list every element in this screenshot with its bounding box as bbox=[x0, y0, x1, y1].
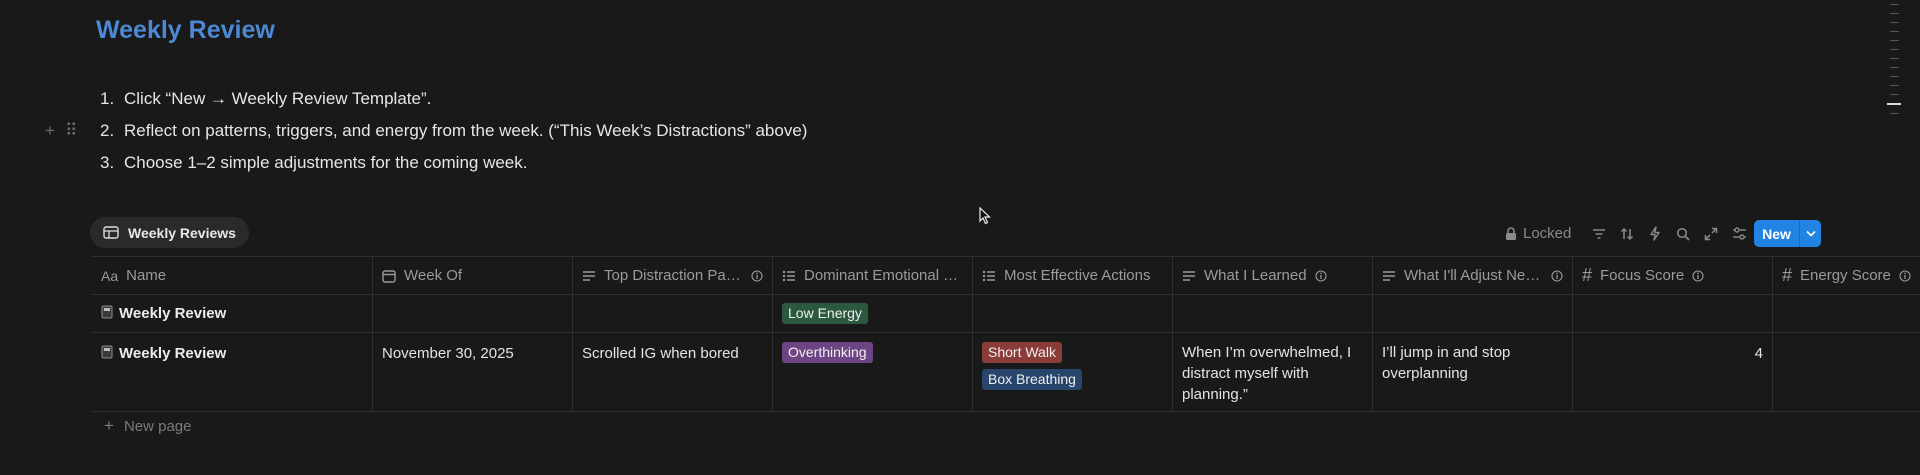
tag-short-walk: Short Walk bbox=[982, 342, 1062, 363]
instructions-list: 1. Click “New → Weekly Review Template”.… bbox=[100, 86, 1000, 182]
cell-what-i-learned[interactable] bbox=[1173, 295, 1373, 332]
list-item-text: Click “New → Weekly Review Template”. bbox=[124, 89, 432, 108]
settings-icon[interactable] bbox=[1725, 220, 1753, 247]
cell-most-effective-actions[interactable]: Short Walk Box Breathing bbox=[973, 333, 1173, 411]
cell-most-effective-actions[interactable] bbox=[973, 295, 1173, 332]
cell-dominant-emotional[interactable]: Low Energy bbox=[773, 295, 973, 332]
cell-focus-score[interactable]: 4 bbox=[1573, 333, 1773, 411]
list-item-text: Choose 1–2 simple adjustments for the co… bbox=[124, 153, 528, 172]
info-icon[interactable] bbox=[1551, 269, 1563, 282]
list-item: 3. Choose 1–2 simple adjustments for the… bbox=[100, 150, 1000, 182]
locked-indicator[interactable]: Locked bbox=[1505, 225, 1571, 242]
tag-overthinking: Overthinking bbox=[782, 342, 873, 363]
view-tab-label: Weekly Reviews bbox=[128, 224, 236, 241]
number-property-icon: # bbox=[1782, 265, 1793, 285]
calendar-icon bbox=[382, 269, 396, 283]
tag-box-breathing: Box Breathing bbox=[982, 369, 1082, 390]
add-block-icon[interactable]: + bbox=[45, 120, 55, 142]
column-header-dominant-emotional[interactable]: Dominant Emotional Tr... bbox=[773, 257, 973, 294]
number-property-icon: # bbox=[1582, 265, 1593, 285]
cell-top-distraction[interactable]: Scrolled IG when bored bbox=[573, 333, 773, 411]
page-title: Weekly Review bbox=[96, 16, 275, 44]
cell-top-distraction[interactable] bbox=[573, 295, 773, 332]
table-row[interactable]: Weekly Review Low Energy bbox=[92, 295, 1920, 333]
info-icon[interactable] bbox=[1899, 269, 1911, 282]
cell-focus-score[interactable] bbox=[1573, 295, 1773, 332]
database-table: Aa Name Week Of Top Distraction Patt... … bbox=[92, 256, 1920, 412]
lock-icon bbox=[1505, 226, 1517, 241]
info-icon[interactable] bbox=[1692, 269, 1704, 282]
filter-icon[interactable] bbox=[1585, 220, 1613, 247]
info-icon[interactable] bbox=[1315, 269, 1327, 282]
column-header-energy-score[interactable]: # Energy Score bbox=[1773, 257, 1920, 294]
list-item: 2. Reflect on patterns, triggers, and en… bbox=[100, 118, 1000, 150]
cell-week-of[interactable] bbox=[373, 295, 573, 332]
cell-what-ill-adjust[interactable] bbox=[1373, 295, 1573, 332]
cell-name[interactable]: Weekly Review bbox=[92, 333, 373, 411]
text-property-icon bbox=[1182, 270, 1196, 282]
new-page-button[interactable]: + New page bbox=[104, 416, 191, 436]
sort-icon[interactable] bbox=[1613, 220, 1641, 247]
expand-icon[interactable] bbox=[1697, 220, 1725, 247]
cell-what-ill-adjust[interactable]: I’ll jump in and stop overplanning bbox=[1373, 333, 1573, 411]
text-property-icon bbox=[582, 270, 596, 282]
multiselect-property-icon bbox=[782, 270, 796, 282]
page-icon bbox=[101, 305, 113, 319]
cell-name[interactable]: Weekly Review bbox=[92, 295, 373, 332]
drag-handle-icon[interactable]: ⠿ bbox=[65, 120, 77, 142]
info-icon[interactable] bbox=[751, 269, 763, 282]
tag-low-energy: Low Energy bbox=[782, 303, 868, 324]
column-header-name[interactable]: Aa Name bbox=[92, 257, 373, 294]
column-header-what-i-learned[interactable]: What I Learned bbox=[1173, 257, 1373, 294]
multiselect-property-icon bbox=[982, 270, 996, 282]
new-button[interactable]: New bbox=[1754, 220, 1800, 247]
database-toolbar: Locked bbox=[1505, 220, 1753, 247]
column-header-most-effective-actions[interactable]: Most Effective Actions bbox=[973, 257, 1173, 294]
page-outline-minimap[interactable] bbox=[1887, 4, 1901, 122]
cell-energy-score[interactable] bbox=[1773, 295, 1920, 332]
title-property-icon: Aa bbox=[101, 267, 119, 284]
cell-energy-score[interactable] bbox=[1773, 333, 1920, 411]
chevron-down-icon[interactable] bbox=[1800, 220, 1821, 247]
page-icon bbox=[101, 345, 113, 359]
cell-dominant-emotional[interactable]: Overthinking bbox=[773, 333, 973, 411]
column-header-top-distraction[interactable]: Top Distraction Patt... bbox=[573, 257, 773, 294]
list-item: 1. Click “New → Weekly Review Template”. bbox=[100, 86, 1000, 118]
cell-week-of[interactable]: November 30, 2025 bbox=[373, 333, 573, 411]
block-handle[interactable]: + ⠿ bbox=[45, 120, 77, 142]
cell-what-i-learned[interactable]: When I’m overwhelmed, I distract myself … bbox=[1173, 333, 1373, 411]
view-tab-weekly-reviews[interactable]: Weekly Reviews bbox=[90, 217, 249, 248]
table-row[interactable]: Weekly Review November 30, 2025 Scrolled… bbox=[92, 333, 1920, 412]
new-page-label: New page bbox=[123, 417, 192, 435]
table-header-row: Aa Name Week Of Top Distraction Patt... … bbox=[92, 256, 1920, 295]
column-header-focus-score[interactable]: # Focus Score bbox=[1573, 257, 1773, 294]
list-item-text: Reflect on patterns, triggers, and energ… bbox=[124, 121, 808, 140]
text-property-icon bbox=[1382, 270, 1396, 282]
mouse-cursor-icon bbox=[979, 207, 991, 225]
search-icon[interactable] bbox=[1669, 220, 1697, 247]
locked-label: Locked bbox=[1523, 225, 1572, 242]
column-header-what-ill-adjust[interactable]: What I'll Adjust Next... bbox=[1373, 257, 1573, 294]
column-header-week-of[interactable]: Week Of bbox=[373, 257, 573, 294]
automation-icon[interactable] bbox=[1641, 220, 1669, 247]
table-icon bbox=[103, 226, 119, 239]
plus-icon: + bbox=[104, 416, 114, 435]
new-button-group: New bbox=[1754, 220, 1821, 247]
